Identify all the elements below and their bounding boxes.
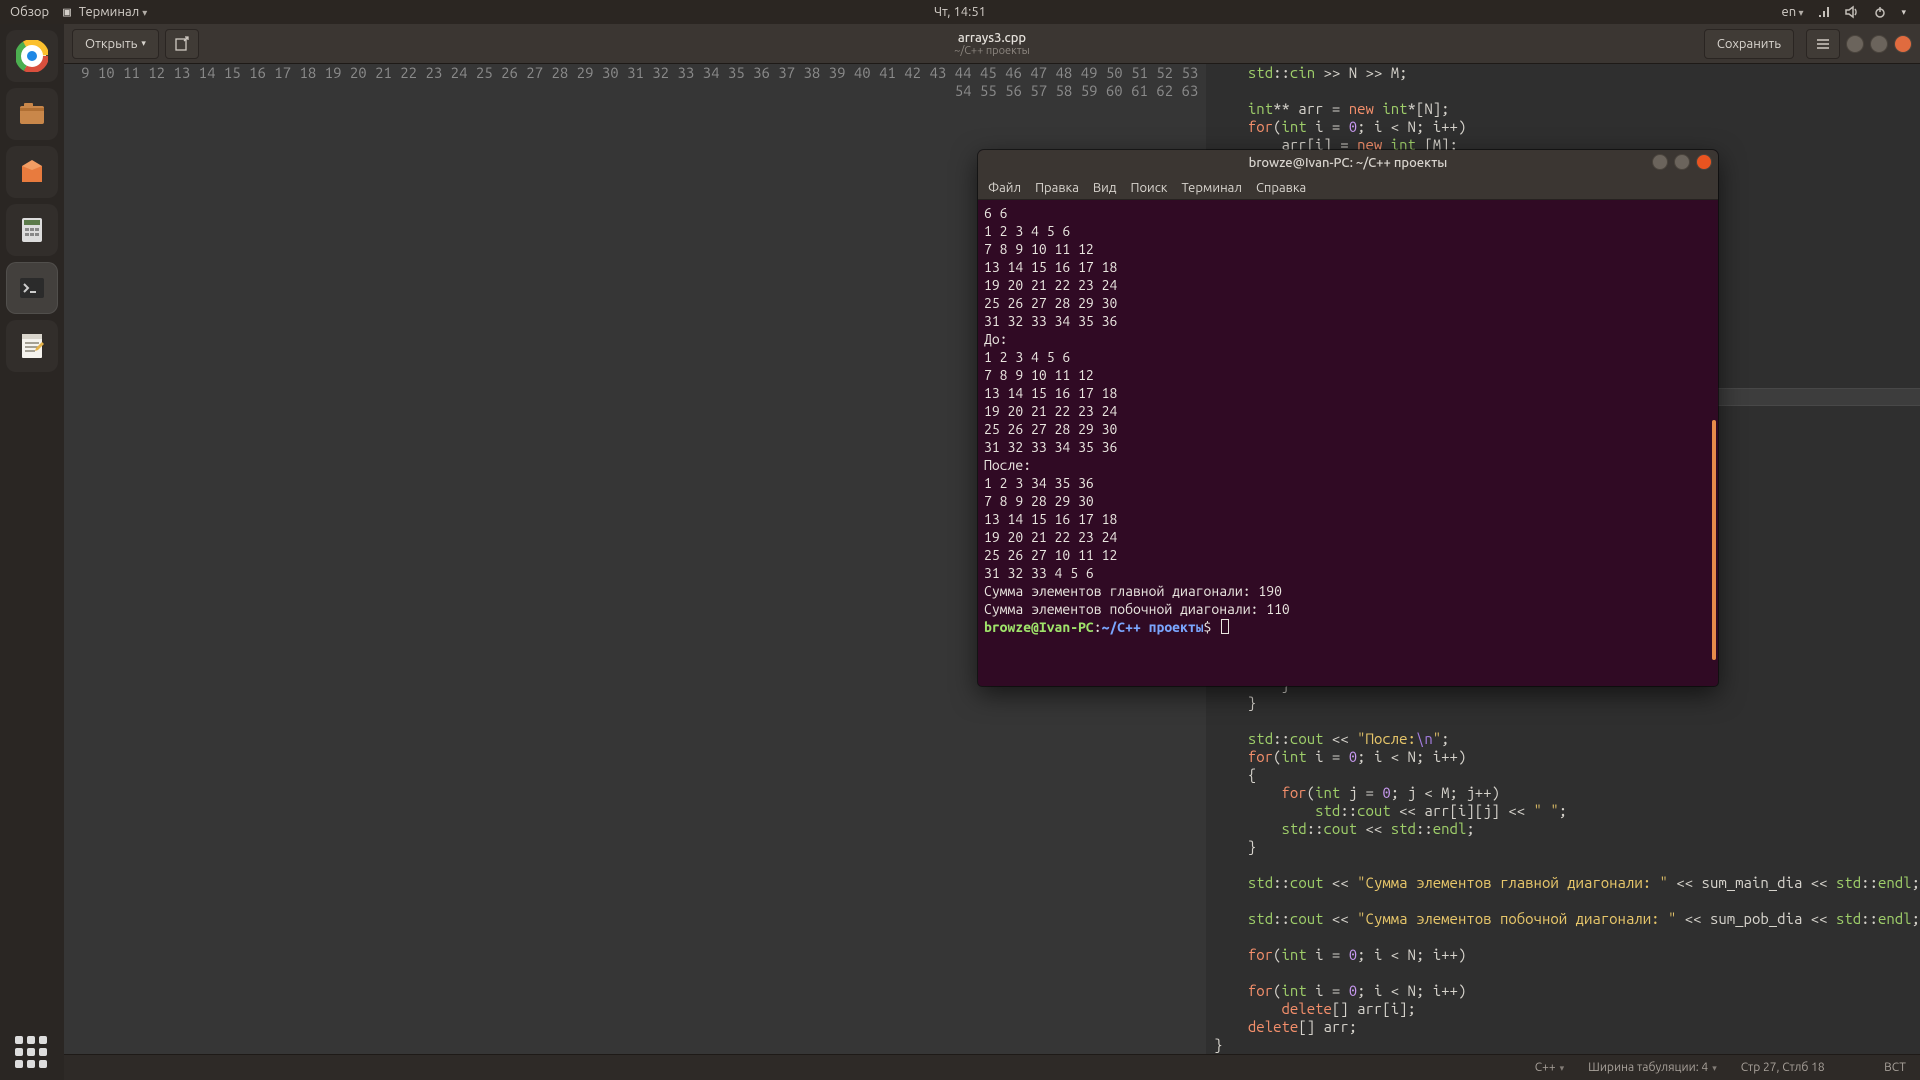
system-menu-chevron-icon[interactable]: ▾ <box>1901 7 1906 18</box>
terminal-icon: ▣ <box>63 5 79 20</box>
open-button[interactable]: Открыть▾ <box>72 29 159 59</box>
clock[interactable]: Чт, 14:51 <box>934 5 986 19</box>
terminal-menu-вид[interactable]: Вид <box>1093 181 1117 195</box>
gedit-header: Открыть▾ arrays3.cpp ~/C++ проекты Сохра… <box>64 24 1920 64</box>
save-button[interactable]: Сохранить <box>1704 29 1794 59</box>
window-close-button[interactable] <box>1894 35 1912 53</box>
status-language[interactable]: C++ <box>1535 1061 1564 1074</box>
volume-icon[interactable] <box>1845 5 1859 19</box>
gedit-title: arrays3.cpp ~/C++ проекты <box>954 30 1030 56</box>
terminal-menu-терминал[interactable]: Терминал <box>1181 181 1241 195</box>
terminal-maximize-button[interactable] <box>1674 154 1690 170</box>
apps-grid-icon <box>15 1036 49 1070</box>
window-maximize-button[interactable] <box>1870 35 1888 53</box>
terminal-scrollbar[interactable] <box>1712 420 1716 660</box>
window-minimize-button[interactable] <box>1846 35 1864 53</box>
launcher-calculator[interactable] <box>6 204 58 256</box>
launcher-chrome[interactable] <box>6 30 58 82</box>
app-menu[interactable]: ▣ Терминал <box>63 5 147 20</box>
status-bar: C++ Ширина табуляции: 4 Стр 27, Стлб 18 … <box>64 1054 1920 1080</box>
launcher <box>0 24 64 1080</box>
launcher-files[interactable] <box>6 88 58 140</box>
terminal-window[interactable]: browze@Ivan-PC: ~/C++ проекты Файл Правка… <box>978 150 1718 686</box>
power-icon[interactable] <box>1873 5 1887 19</box>
terminal-minimize-button[interactable] <box>1652 154 1668 170</box>
terminal-menu-правка[interactable]: Правка <box>1035 181 1079 195</box>
launcher-show-apps[interactable] <box>15 1036 49 1070</box>
terminal-menu-файл[interactable]: Файл <box>988 181 1021 195</box>
new-tab-button[interactable] <box>165 29 199 59</box>
top-panel: Обзор ▣ Терминал Чт, 14:51 en ▾ <box>0 0 1920 24</box>
launcher-text-editor[interactable] <box>6 320 58 372</box>
terminal-close-button[interactable] <box>1696 154 1712 170</box>
status-cursor-pos: Стр 27, Стлб 18 <box>1741 1061 1825 1074</box>
terminal-menubar: Файл Правка Вид Поиск Терминал Справка <box>978 176 1718 200</box>
terminal-body[interactable]: 6 6 1 2 3 4 5 6 7 8 9 10 11 12 13 14 15 … <box>978 200 1718 686</box>
terminal-menu-справка[interactable]: Справка <box>1256 181 1306 195</box>
status-tab-width[interactable]: Ширина табуляции: 4 <box>1588 1061 1717 1074</box>
activities-button[interactable]: Обзор <box>10 5 49 19</box>
launcher-terminal[interactable] <box>6 262 58 314</box>
hamburger-menu-button[interactable] <box>1806 29 1840 59</box>
terminal-title: browze@Ivan-PC: ~/C++ проекты <box>1249 156 1448 170</box>
terminal-menu-поиск[interactable]: Поиск <box>1130 181 1167 195</box>
status-ins: ВСТ <box>1884 1061 1906 1074</box>
terminal-titlebar[interactable]: browze@Ivan-PC: ~/C++ проекты <box>978 150 1718 176</box>
network-icon[interactable] <box>1817 5 1831 19</box>
language-indicator[interactable]: en <box>1782 5 1804 19</box>
launcher-software[interactable] <box>6 146 58 198</box>
